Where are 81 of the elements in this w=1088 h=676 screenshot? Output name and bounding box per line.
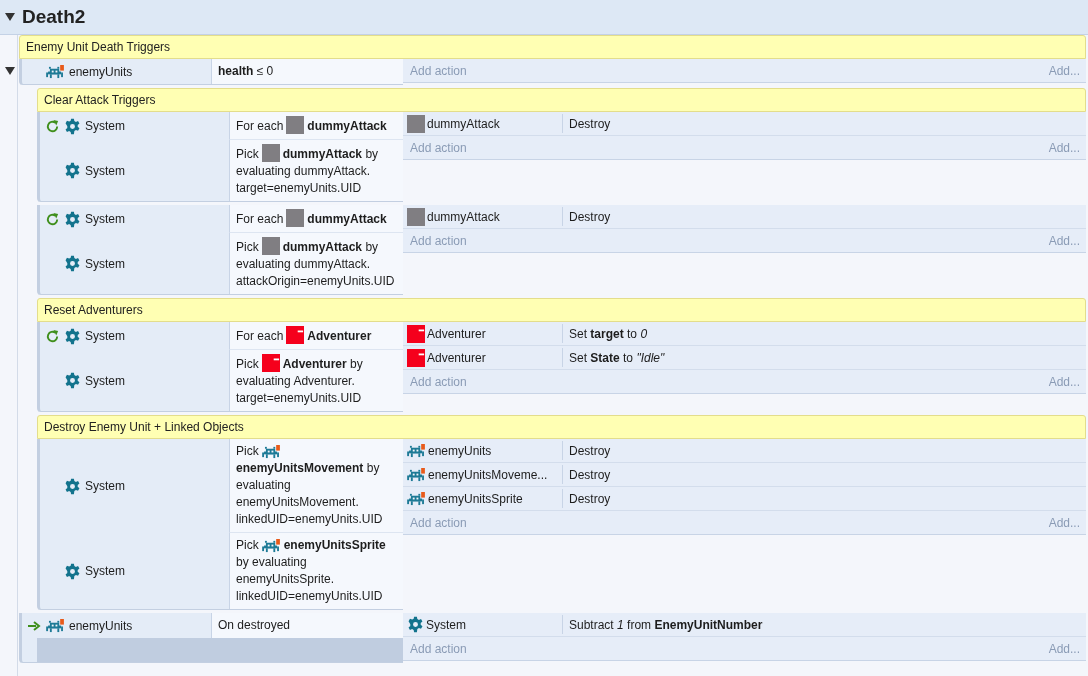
action-text: Destroy [568, 491, 611, 506]
gear-icon [64, 477, 81, 495]
object-name: System [85, 212, 125, 226]
sprite-thumbnail-icon [286, 116, 305, 134]
action-row[interactable]: Adventurer Set target to 0 [403, 322, 1086, 346]
object-name: enemyUnitsSprite [428, 491, 523, 506]
sprite-thumbnail-icon [286, 326, 305, 344]
sprite-thumbnail-icon [407, 207, 425, 226]
condition-text: For each dummyAttack [236, 116, 397, 135]
action-row[interactable]: System Subtract 1 from EnemyUnitNumber [403, 613, 1086, 637]
invader-icon [407, 491, 426, 506]
sheet-title: Death2 [22, 6, 86, 28]
group-header[interactable]: Enemy Unit Death Triggers [19, 35, 1086, 59]
action-text: Set State to "Idle" [568, 350, 665, 365]
loop-icon [44, 328, 60, 344]
action-row[interactable]: enemyUnits Destroy [403, 439, 1086, 463]
expand-toggle[interactable] [4, 65, 16, 77]
invader-icon [46, 64, 65, 79]
invader-icon [407, 443, 426, 458]
object-name: System [85, 564, 125, 578]
condition-text: Pick Adventurer by evaluating Adventurer.target=enemyUnits.UID [236, 354, 397, 407]
action-row[interactable]: enemyUnitsSprite Destroy [403, 487, 1086, 511]
object-name: dummyAttack [427, 209, 500, 224]
sprite-thumbnail-icon [261, 354, 280, 372]
object-name: enemyUnits [69, 64, 133, 79]
action-row[interactable]: enemyUnitsMoveme... Destroy [403, 463, 1086, 487]
action-text: Subtract 1 from EnemyUnitNumber [568, 617, 763, 632]
action-row[interactable]: Adventurer Set State to "Idle" [403, 346, 1086, 370]
condition-text: Pick enemyUnitsSprite by evaluating enemyUnitsSprite.linkedUID=enemyUnits.UID [236, 537, 387, 605]
expand-toggle[interactable] [4, 11, 16, 23]
condition-text: On destroyed [218, 617, 292, 634]
sprite-thumbnail-icon [286, 209, 305, 227]
condition-text: health ≤ 0 [218, 63, 275, 80]
object-name: System [85, 329, 125, 343]
invader-icon [46, 618, 65, 633]
gear-icon [64, 162, 81, 179]
action-text: Set target to 0 [568, 326, 648, 341]
object-name: enemyUnitsMoveme... [428, 467, 548, 482]
condition-text: For each dummyAttack [236, 209, 397, 228]
invader-icon [407, 467, 426, 482]
invader-icon [261, 445, 281, 459]
object-name: System [85, 119, 125, 133]
loop-icon [44, 118, 60, 134]
object-name: dummyAttack [427, 116, 500, 131]
sprite-thumbnail-icon [407, 114, 425, 133]
arrow-icon [27, 620, 41, 631]
gear-icon [64, 210, 81, 228]
gear-icon [64, 117, 81, 135]
action-text: Destroy [568, 209, 611, 224]
object-name: System [85, 479, 125, 493]
gear-icon [64, 327, 81, 345]
object-name: Adventurer [427, 326, 486, 341]
loop-icon [44, 211, 60, 227]
action-text: Destroy [568, 443, 611, 458]
object-name: System [85, 163, 125, 178]
sprite-thumbnail-icon [261, 237, 280, 255]
sprite-thumbnail-icon [261, 144, 280, 162]
condition-text: For each Adventurer [236, 326, 397, 345]
object-name: System [85, 256, 125, 271]
object-name: System [426, 617, 466, 632]
action-text: Destroy [568, 467, 611, 482]
object-name: Adventurer [427, 350, 486, 365]
object-name: enemyUnits [428, 443, 492, 458]
gear-icon [64, 372, 81, 389]
group-header[interactable]: Reset Adventurers [37, 298, 1086, 322]
condition-text: Pick dummyAttack by evaluating dummyAttack.target=enemyUnits.UID [236, 144, 397, 197]
object-name: System [85, 373, 125, 388]
action-row[interactable]: dummyAttack Destroy [403, 112, 1086, 136]
gear-icon [407, 616, 424, 633]
object-name: enemyUnits [69, 618, 133, 633]
gear-icon [64, 255, 81, 272]
sprite-thumbnail-icon [407, 324, 425, 343]
action-row[interactable]: dummyAttack Destroy [403, 205, 1086, 229]
group-header[interactable]: Destroy Enemy Unit + Linked Objects [37, 415, 1086, 439]
condition-text: Pick enemyUnitsMovement by evaluating enemyUnitsMovement.linkedUID=enemyUnits.UID [236, 443, 384, 528]
sprite-thumbnail-icon [407, 348, 425, 367]
action-text: Destroy [568, 116, 611, 131]
invader-icon [261, 539, 281, 553]
gear-icon [64, 562, 81, 580]
group-header[interactable]: Clear Attack Triggers [37, 88, 1086, 112]
condition-text: Pick dummyAttack by evaluating dummyAttack.attackOrigin=enemyUnits.UID [236, 237, 397, 290]
